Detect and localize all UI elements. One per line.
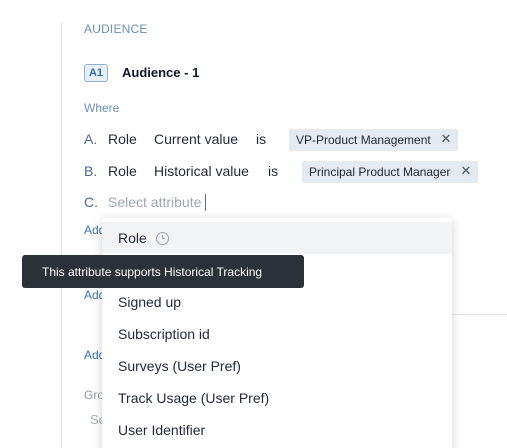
condition-b-operator[interactable]: is: [268, 163, 278, 179]
audience-name[interactable]: Audience - 1: [122, 65, 199, 80]
dropdown-item-label: User Identifier: [118, 422, 206, 438]
condition-c-letter: C.: [84, 194, 98, 210]
dropdown-item-role[interactable]: Role: [102, 222, 452, 254]
dropdown-item-label: Track Usage (User Pref): [118, 390, 270, 406]
condition-b-mode[interactable]: Historical value: [154, 163, 249, 179]
dropdown-item-track-usage[interactable]: Track Usage (User Pref): [102, 382, 452, 414]
condition-a-value: VP-Product Management: [296, 133, 431, 147]
condition-a-operator[interactable]: is: [256, 131, 266, 147]
select-attribute-input[interactable]: Select attribute: [108, 194, 201, 210]
add-condition-link[interactable]: Add: [84, 223, 102, 237]
dropdown-item-surveys[interactable]: Surveys (User Pref): [102, 350, 452, 382]
condition-b-value-chip[interactable]: Principal Product Manager ✕: [302, 161, 478, 183]
historical-tracking-tooltip: This attribute supports Historical Track…: [22, 255, 304, 288]
dropdown-item-signed-up[interactable]: Signed up: [102, 286, 452, 318]
close-icon[interactable]: ✕: [439, 132, 453, 146]
condition-a-attribute[interactable]: Role: [108, 131, 137, 147]
condition-b-attribute[interactable]: Role: [108, 163, 137, 179]
panel-left-border: [61, 22, 62, 448]
add-audience-link[interactable]: Add: [84, 348, 102, 362]
divider: [452, 314, 507, 315]
clock-icon: [155, 231, 169, 245]
dropdown-item-subscription-id[interactable]: Subscription id: [102, 318, 452, 350]
attribute-dropdown[interactable]: Role Signed up Subscription id Surveys (…: [102, 218, 452, 448]
condition-b-value: Principal Product Manager: [309, 165, 451, 179]
add-group-link[interactable]: Add: [84, 288, 102, 302]
condition-a-value-chip[interactable]: VP-Product Management ✕: [289, 129, 458, 151]
group-label: Gro: [84, 388, 104, 402]
dropdown-item-label: Signed up: [118, 294, 182, 310]
text-caret: [205, 194, 206, 211]
where-label: Where: [84, 101, 120, 115]
audience-badge: A1: [84, 64, 108, 82]
dropdown-item-label: Surveys (User Pref): [118, 358, 241, 374]
dropdown-item-label: Subscription id: [118, 326, 210, 342]
condition-a-mode[interactable]: Current value: [154, 131, 238, 147]
dropdown-item-user-identifier[interactable]: User Identifier: [102, 414, 452, 446]
condition-b-letter: B.: [84, 163, 98, 179]
condition-a-letter: A.: [84, 131, 98, 147]
close-icon[interactable]: ✕: [459, 164, 473, 178]
dropdown-item-label: Role: [118, 230, 147, 246]
section-title: AUDIENCE: [84, 22, 148, 36]
tooltip-text: This attribute supports Historical Track…: [42, 264, 263, 279]
group-select[interactable]: Se: [90, 412, 102, 427]
